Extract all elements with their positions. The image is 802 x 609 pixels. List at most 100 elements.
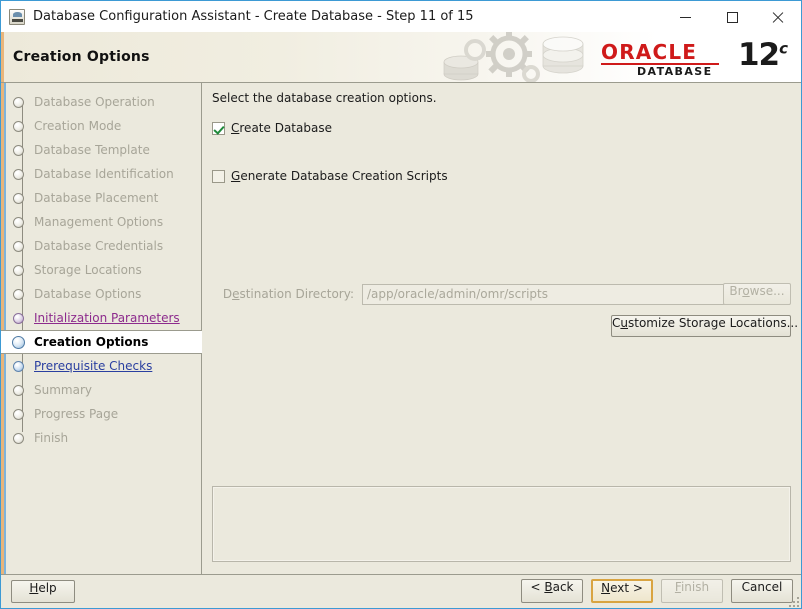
help-button[interactable]: Help xyxy=(11,580,75,603)
dbca-window: Database Configuration Assistant - Creat… xyxy=(0,0,802,609)
sidebar-item-label: Database Template xyxy=(34,143,150,157)
next-button-label: ext > xyxy=(610,581,643,595)
generate-scripts-row[interactable]: Generate Database Creation Scripts xyxy=(212,169,448,183)
create-database-checkbox[interactable] xyxy=(212,121,225,135)
back-button[interactable]: < Back xyxy=(521,579,583,603)
destination-directory-label: Destination Directory: xyxy=(220,287,362,301)
footer-button-bar: Help < Back Next > Finish Cancel xyxy=(1,574,801,608)
wizard-step-list: Database Operation Creation Mode Database … xyxy=(1,90,202,450)
customize-button-mnemonic: u xyxy=(620,316,628,330)
banner-accent-strip xyxy=(1,32,4,82)
window-controls xyxy=(663,1,801,32)
step-bullet-icon xyxy=(13,96,24,108)
minimize-icon xyxy=(680,11,692,23)
sidebar-item-progress-page: Progress Page xyxy=(1,402,201,426)
step-bullet-icon xyxy=(13,432,24,444)
browse-button-mnemonic: o xyxy=(742,284,750,298)
step-bullet-icon xyxy=(13,264,24,276)
sidebar-item-label: Storage Locations xyxy=(34,263,142,277)
destination-directory-row: Destination Directory: xyxy=(220,283,790,305)
step-bullet-icon xyxy=(13,312,24,324)
destination-directory-label-pre: D xyxy=(222,287,233,301)
oracle-wordmark: ORACLE xyxy=(601,40,698,64)
gears-and-database-artwork xyxy=(443,32,584,82)
title-bar: Database Configuration Assistant - Creat… xyxy=(1,1,801,32)
page-banner: Creation Options ORACLE DATABASE 12c xyxy=(1,32,801,83)
sidebar-item-label: Database Placement xyxy=(34,191,159,205)
generate-scripts-mnemonic: G xyxy=(231,169,241,183)
sidebar-item-label: Summary xyxy=(34,383,92,397)
sidebar-item-label: Prerequisite Checks xyxy=(34,359,153,373)
oracle-product-label: DATABASE xyxy=(637,65,713,78)
oracle-logo: ORACLE DATABASE 12c xyxy=(601,37,788,78)
customize-button-label-post: stomize Storage Locations... xyxy=(628,316,799,330)
next-button-mnemonic: N xyxy=(601,581,611,595)
step-bullet-icon xyxy=(13,216,24,228)
oracle-version: 12c xyxy=(737,37,788,73)
sidebar-item-label: Progress Page xyxy=(34,407,119,421)
sidebar-item-storage-locations: Storage Locations xyxy=(1,258,201,282)
step-bullet-icon xyxy=(13,120,24,132)
close-button[interactable] xyxy=(755,1,801,32)
cancel-button-label: Cancel xyxy=(741,580,783,594)
browse-button[interactable]: Browse... xyxy=(723,283,791,305)
window-title: Database Configuration Assistant - Creat… xyxy=(33,9,474,24)
sidebar-item-database-credentials: Database Credentials xyxy=(1,234,201,258)
next-button[interactable]: Next > xyxy=(591,579,653,603)
step-bullet-icon xyxy=(13,144,24,156)
step-bullet-icon xyxy=(13,360,24,372)
resize-grip[interactable] xyxy=(787,595,799,607)
sidebar-item-creation-mode: Creation Mode xyxy=(1,114,201,138)
sidebar-item-label: Database Operation xyxy=(34,95,155,109)
create-database-row[interactable]: Create Database xyxy=(212,121,332,135)
back-button-label-post: ack xyxy=(552,580,574,594)
sidebar-item-label: Creation Options xyxy=(34,335,149,349)
dbca-app-icon xyxy=(9,8,25,25)
cancel-button[interactable]: Cancel xyxy=(731,579,793,603)
help-button-label: elp xyxy=(38,581,57,595)
sidebar-item-database-template: Database Template xyxy=(1,138,201,162)
back-button-label-pre: < xyxy=(530,580,545,594)
close-icon xyxy=(772,11,784,23)
main-content: Select the database creation options. Cr… xyxy=(202,83,801,574)
sidebar-item-summary: Summary xyxy=(1,378,201,402)
sidebar-item-database-identification: Database Identification xyxy=(1,162,201,186)
sidebar-item-creation-options: Creation Options xyxy=(1,330,202,354)
sidebar-item-label: Finish xyxy=(34,431,69,445)
step-bullet-icon xyxy=(12,335,25,349)
oracle-version-suffix: c xyxy=(779,39,788,58)
sidebar-item-management-options: Management Options xyxy=(1,210,201,234)
sidebar-item-database-operation: Database Operation xyxy=(1,90,201,114)
maximize-button[interactable] xyxy=(709,1,755,32)
destination-directory-label-post: stination Directory: xyxy=(239,287,354,301)
finish-button[interactable]: Finish xyxy=(661,579,723,603)
browse-button-label-post: wse... xyxy=(749,284,785,298)
sidebar-item-label: Database Identification xyxy=(34,167,174,181)
maximize-icon xyxy=(726,11,738,23)
step-bullet-icon xyxy=(13,168,24,180)
help-button-mnemonic: H xyxy=(29,581,39,595)
instruction-text: Select the database creation options. xyxy=(212,91,437,105)
oracle-version-number: 12 xyxy=(737,37,780,73)
generate-scripts-checkbox[interactable] xyxy=(212,169,225,183)
sidebar-item-label: Management Options xyxy=(34,215,164,229)
browse-button-label-pre: Br xyxy=(729,284,743,298)
sidebar-item-label: Database Credentials xyxy=(34,239,164,253)
step-bullet-icon xyxy=(13,288,24,300)
step-bullet-icon xyxy=(13,408,24,420)
finish-button-label: inish xyxy=(680,580,710,594)
customize-storage-locations-button[interactable]: Customize Storage Locations... xyxy=(611,315,798,337)
message-panel xyxy=(212,486,791,562)
generate-scripts-label: Generate Database Creation Scripts xyxy=(231,169,448,183)
step-bullet-icon xyxy=(13,384,24,396)
minimize-button[interactable] xyxy=(663,1,709,32)
sidebar-item-initialization-parameters[interactable]: Initialization Parameters xyxy=(1,306,201,330)
generate-scripts-text: enerate Database Creation Scripts xyxy=(240,169,448,183)
body-area: Database Operation Creation Mode Database … xyxy=(1,83,801,574)
step-bullet-icon xyxy=(13,240,24,252)
step-bullet-icon xyxy=(13,192,24,204)
sidebar-item-prerequisite-checks[interactable]: Prerequisite Checks xyxy=(1,354,201,378)
wizard-step-sidebar: Database Operation Creation Mode Database … xyxy=(1,83,202,574)
sidebar-item-label: Initialization Parameters xyxy=(34,311,180,325)
sidebar-item-label: Database Options xyxy=(34,287,142,301)
